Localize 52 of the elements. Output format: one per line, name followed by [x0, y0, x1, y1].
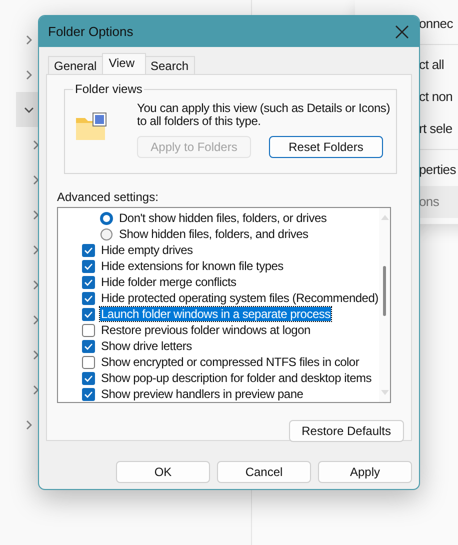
setting-label[interactable]: Launch folder windows in a separate process	[100, 307, 332, 321]
setting-label[interactable]: Show pop-up description for folder and desktop items	[100, 371, 372, 385]
setting-label[interactable]: Hide empty drives	[100, 243, 194, 257]
checkbox[interactable]	[82, 340, 95, 352]
setting-label[interactable]: Hide extensions for known file types	[100, 259, 284, 273]
setting-label[interactable]: Don't show hidden files, folders, or drives	[118, 211, 328, 225]
scrollbar[interactable]	[379, 208, 390, 402]
checkbox[interactable]	[82, 276, 95, 288]
tab[interactable]: Search	[144, 56, 195, 74]
checkbox[interactable]	[82, 356, 95, 368]
close-icon[interactable]	[395, 24, 409, 38]
chevron-right-icon[interactable]	[31, 314, 41, 324]
chevron-right-icon[interactable]	[31, 244, 41, 254]
radio-button[interactable]	[100, 212, 113, 224]
description-text: You can apply this view (such as Details or Icons) to all folders of this type.	[137, 102, 392, 128]
section-label: Advanced settings:	[57, 190, 160, 204]
group-title: Folder views	[73, 82, 144, 96]
setting-label[interactable]: Hide protected operating system files (Recommended)	[100, 291, 380, 305]
setting-label[interactable]: Show preview handlers in preview pane	[100, 387, 304, 401]
chevron-right-icon[interactable]	[24, 70, 34, 80]
chevron-right-icon[interactable]	[31, 350, 41, 360]
chevron-right-icon[interactable]	[24, 34, 34, 44]
chevron-right-icon[interactable]	[31, 174, 41, 184]
setting-label[interactable]: Hide folder merge conflicts	[100, 275, 238, 289]
radio-button[interactable]	[100, 228, 113, 240]
checkbox[interactable]	[82, 388, 95, 400]
folder-button[interactable]: Reset Folders	[269, 136, 383, 158]
checkbox[interactable]	[82, 260, 95, 272]
dialog-button[interactable]: OK	[116, 461, 210, 483]
dialog-button[interactable]: Cancel	[217, 461, 311, 483]
setting-label[interactable]: Show encrypted or compressed NTFS files in color	[100, 355, 360, 369]
chevron-right-icon[interactable]	[31, 384, 41, 394]
scrollbar-thumb[interactable]	[383, 266, 386, 316]
chevron-right-icon[interactable]	[31, 210, 41, 220]
setting-label[interactable]: Show drive letters	[100, 339, 193, 353]
setting-label[interactable]: Show hidden files, folders, and drives	[118, 227, 310, 241]
tab[interactable]: General	[48, 56, 103, 74]
checkbox[interactable]	[82, 324, 95, 336]
chevron-right-icon[interactable]	[31, 280, 41, 290]
checkbox[interactable]	[82, 308, 95, 320]
window-title: Folder Options	[48, 24, 134, 39]
dialog-button[interactable]: Apply	[318, 461, 412, 483]
tab[interactable]: View	[102, 53, 146, 74]
restore-defaults-button[interactable]: Restore Defaults	[288, 420, 404, 442]
chevron-down-icon[interactable]	[24, 104, 34, 114]
setting-label[interactable]: Restore previous folder windows at logon	[100, 323, 312, 337]
checkbox[interactable]	[82, 244, 95, 256]
checkbox[interactable]	[82, 372, 95, 384]
chevron-right-icon[interactable]	[24, 420, 34, 430]
checkbox[interactable]	[82, 292, 95, 304]
chevron-right-icon[interactable]	[31, 140, 41, 150]
folder-icon	[75, 112, 107, 142]
